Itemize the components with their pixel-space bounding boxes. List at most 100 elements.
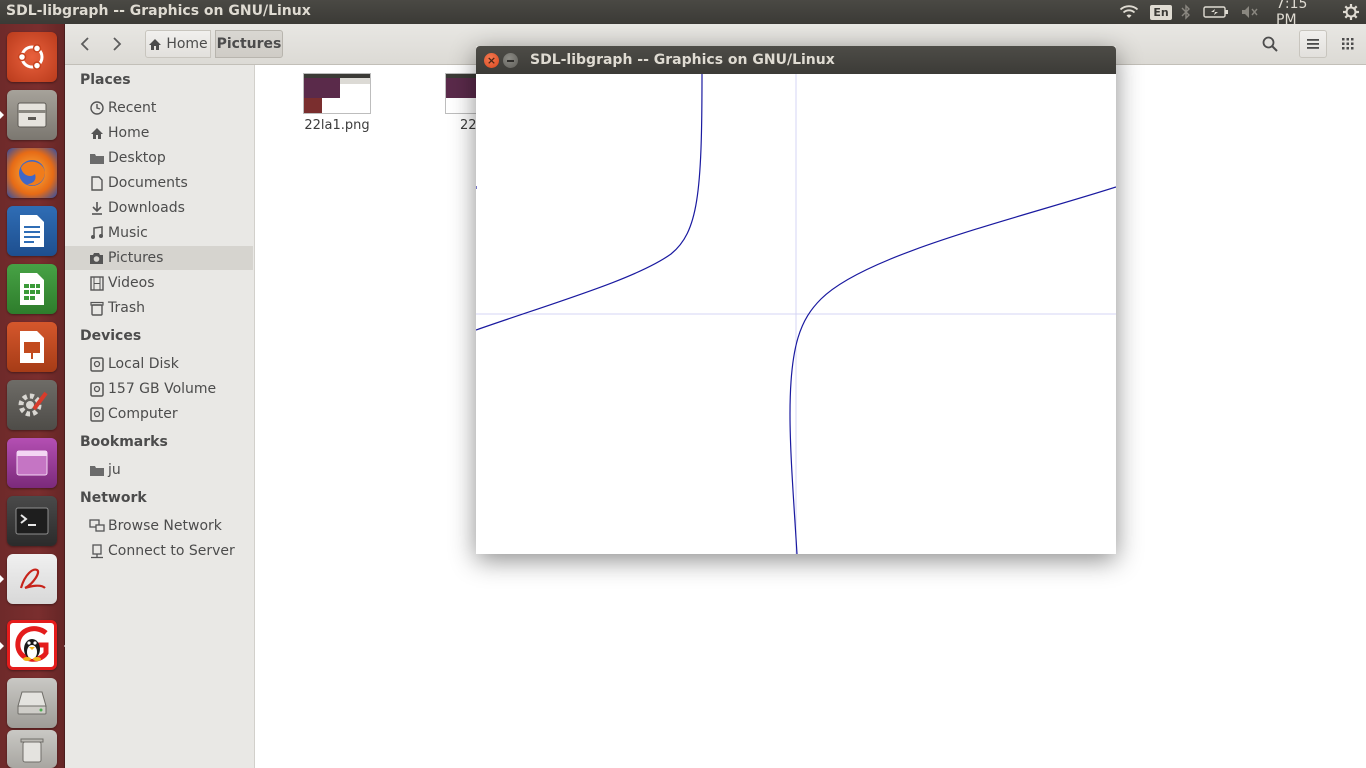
breadcrumb-home-label: Home bbox=[166, 36, 208, 52]
sidebar-item-downloads[interactable]: Downloads bbox=[65, 196, 253, 220]
sidebar-item-local-disk[interactable]: Local Disk bbox=[65, 352, 253, 376]
sidebar-item-label: Downloads bbox=[108, 200, 185, 216]
sidebar-item-label: Connect to Server bbox=[108, 543, 235, 559]
sidebar-item-browse-network[interactable]: Browse Network bbox=[65, 514, 253, 538]
sidebar-item-trash[interactable]: Trash bbox=[65, 296, 253, 320]
libreoffice-calc-icon[interactable] bbox=[7, 264, 57, 314]
file-item[interactable]: 22la1.png bbox=[302, 73, 372, 133]
graphics-canvas bbox=[475, 73, 1117, 555]
server-icon bbox=[88, 543, 105, 559]
sidebar-item-157gb-volume[interactable]: 157 GB Volume bbox=[65, 377, 253, 401]
pdf-reader-icon[interactable] bbox=[0, 554, 57, 604]
chevron-left-icon bbox=[80, 37, 89, 51]
firefox-icon[interactable] bbox=[7, 148, 57, 198]
bluetooth-icon[interactable] bbox=[1178, 2, 1194, 22]
folder-icon bbox=[88, 150, 105, 166]
sidebar-item-videos[interactable]: Videos bbox=[65, 271, 253, 295]
clock-icon bbox=[88, 100, 105, 116]
grid-view-button[interactable] bbox=[1335, 30, 1361, 58]
curve-branch-left bbox=[475, 73, 703, 331]
sidebar-item-label: Browse Network bbox=[108, 518, 222, 534]
camera-icon bbox=[88, 250, 105, 266]
bookmarks-heading: Bookmarks bbox=[80, 434, 168, 450]
running-indicator bbox=[0, 575, 4, 583]
sidebar-item-label: Pictures bbox=[108, 250, 164, 266]
window-close-button[interactable]: × bbox=[484, 53, 499, 68]
sidebar-item-documents[interactable]: Documents bbox=[65, 171, 253, 195]
top-panel: SDL-libgraph -- Graphics on GNU/Linux En… bbox=[0, 0, 1366, 28]
graph-plot bbox=[475, 73, 1117, 555]
sidebar-item-label: Recent bbox=[108, 100, 157, 116]
hamburger-menu-icon bbox=[1307, 39, 1319, 49]
sidebar-item-home[interactable]: Home bbox=[65, 121, 253, 145]
sidebar-item-label: Local Disk bbox=[108, 356, 179, 372]
active-window-title: SDL-libgraph -- Graphics on GNU/Linux bbox=[6, 3, 311, 19]
window-minimize-button[interactable] bbox=[503, 53, 518, 68]
files-icon[interactable] bbox=[0, 90, 57, 140]
trash-icon[interactable] bbox=[7, 730, 57, 768]
sidebar-item-desktop[interactable]: Desktop bbox=[65, 146, 253, 170]
sidebar-item-ju[interactable]: ju bbox=[65, 458, 253, 482]
battery-icon[interactable] bbox=[1202, 2, 1230, 22]
workspace-switcher-icon[interactable] bbox=[7, 438, 57, 488]
sidebar-item-label: Computer bbox=[108, 406, 178, 422]
close-icon: × bbox=[486, 54, 497, 67]
sdl-libgraph-window: × SDL-libgraph -- Graphics on GNU/Linux bbox=[475, 46, 1117, 555]
curve-branch-right bbox=[789, 186, 1117, 555]
sidebar-item-pictures[interactable]: Pictures bbox=[65, 246, 253, 270]
keyboard-language-indicator[interactable]: En bbox=[1150, 2, 1172, 22]
home-icon bbox=[149, 38, 162, 50]
sidebar-item-connect-to-server[interactable]: Connect to Server bbox=[65, 539, 253, 563]
sidebar-item-music[interactable]: Music bbox=[65, 221, 253, 245]
sidebar-item-label: Videos bbox=[108, 275, 155, 291]
places-heading: Places bbox=[80, 72, 131, 88]
devices-heading: Devices bbox=[80, 328, 142, 344]
clock[interactable]: 7:15 PM bbox=[1276, 0, 1332, 28]
film-icon bbox=[88, 275, 105, 291]
sidebar-item-label: Music bbox=[108, 225, 148, 241]
session-gear-icon[interactable] bbox=[1340, 2, 1362, 22]
ubuntu-dash-icon[interactable] bbox=[7, 32, 57, 82]
drive-icon[interactable] bbox=[7, 678, 57, 728]
download-icon bbox=[88, 200, 105, 216]
trash-icon bbox=[88, 300, 105, 316]
breadcrumb-pictures[interactable]: Pictures bbox=[215, 30, 283, 58]
sidebar-item-label: 157 GB Volume bbox=[108, 381, 217, 397]
grid-icon bbox=[1342, 38, 1354, 50]
window-title: SDL-libgraph -- Graphics on GNU/Linux bbox=[530, 52, 835, 68]
terminal-icon[interactable] bbox=[7, 496, 57, 546]
sidebar-item-label: Documents bbox=[108, 175, 188, 191]
system-settings-icon[interactable] bbox=[7, 380, 57, 430]
view-menu-button[interactable] bbox=[1299, 30, 1327, 58]
document-icon bbox=[88, 175, 105, 191]
sidebar-item-recent[interactable]: Recent bbox=[65, 96, 253, 120]
minimize-icon bbox=[507, 59, 514, 62]
folder-icon bbox=[88, 462, 105, 478]
libreoffice-impress-icon[interactable] bbox=[7, 322, 57, 372]
libreoffice-writer-icon[interactable] bbox=[7, 206, 57, 256]
launcher bbox=[0, 24, 68, 768]
running-indicator bbox=[0, 642, 4, 650]
sidebar-item-label: Desktop bbox=[108, 150, 166, 166]
drive-icon bbox=[88, 406, 105, 422]
search-icon bbox=[1262, 36, 1278, 52]
chevron-right-icon bbox=[113, 37, 122, 51]
music-icon bbox=[88, 225, 105, 241]
wifi-icon[interactable] bbox=[1118, 2, 1140, 22]
sdl-libgraph-icon[interactable] bbox=[0, 620, 68, 670]
drive-icon bbox=[88, 381, 105, 397]
sidebar-item-label: Trash bbox=[108, 300, 145, 316]
sidebar-item-computer[interactable]: Computer bbox=[65, 402, 253, 426]
network-heading: Network bbox=[80, 490, 147, 506]
file-name: 22la1.png bbox=[304, 118, 370, 133]
back-button[interactable] bbox=[72, 30, 98, 58]
window-titlebar[interactable]: × SDL-libgraph -- Graphics on GNU/Linux bbox=[476, 46, 1116, 74]
forward-button[interactable] bbox=[103, 30, 131, 58]
image-thumbnail bbox=[303, 73, 371, 114]
search-button[interactable] bbox=[1255, 30, 1285, 58]
volume-muted-icon[interactable] bbox=[1238, 2, 1262, 22]
breadcrumb-home[interactable]: Home bbox=[145, 30, 211, 58]
drive-icon bbox=[88, 356, 105, 372]
sidebar-item-label: ju bbox=[108, 462, 121, 478]
running-indicator bbox=[0, 111, 4, 119]
